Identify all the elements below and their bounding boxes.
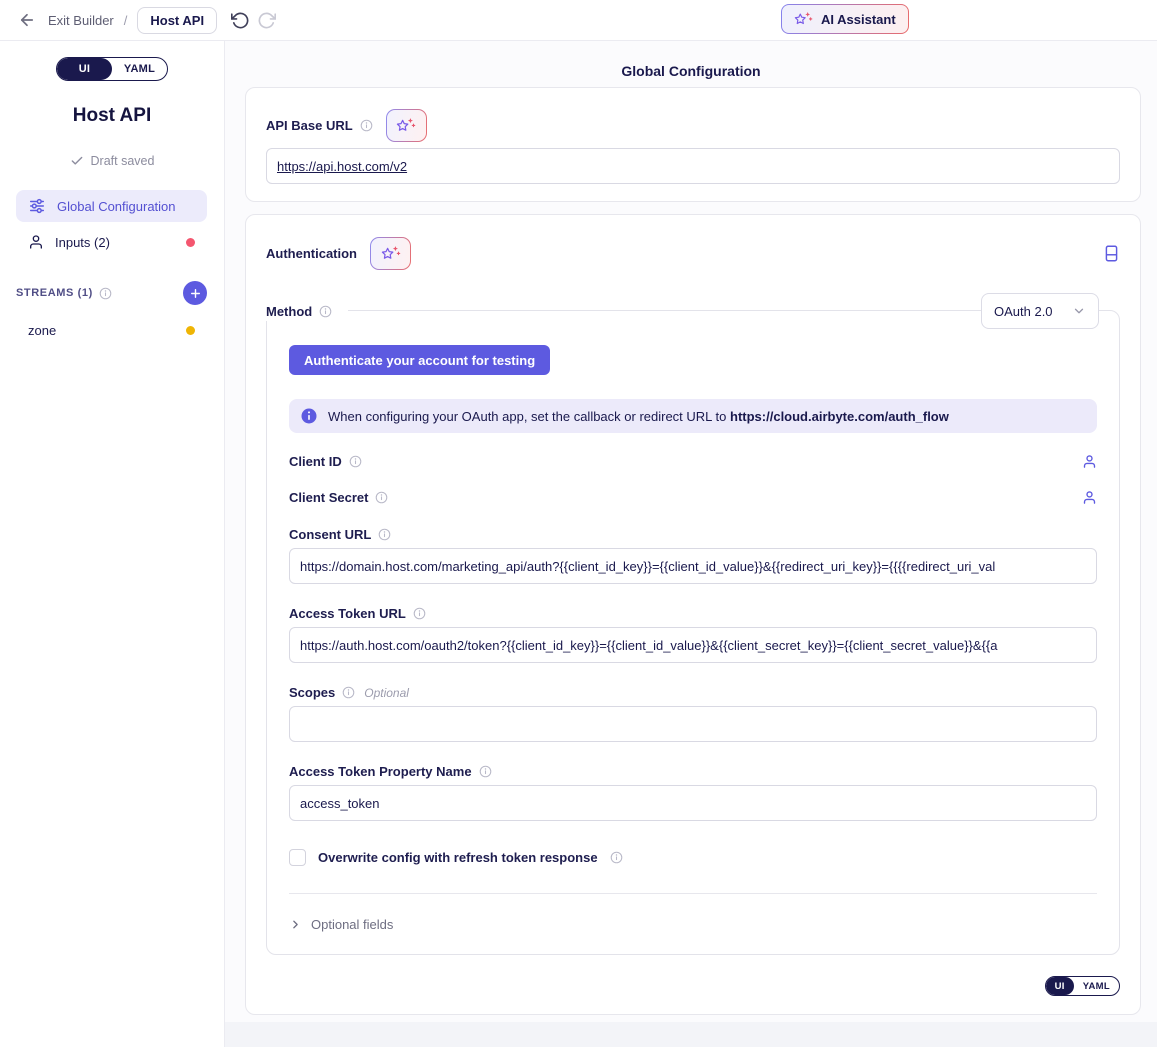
back-icon[interactable] xyxy=(18,11,36,29)
overwrite-config-row: Overwrite config with refresh token resp… xyxy=(289,849,1097,866)
method-label: Method xyxy=(266,304,312,319)
toggle-ui[interactable]: UI xyxy=(57,58,112,80)
sparkle-star-icon xyxy=(396,116,416,136)
info-icon[interactable] xyxy=(360,119,373,132)
info-icon[interactable] xyxy=(99,287,112,300)
info-icon[interactable] xyxy=(319,305,332,318)
info-icon[interactable] xyxy=(375,491,388,504)
sliders-icon xyxy=(28,197,46,215)
toggle-yaml[interactable]: YAML xyxy=(112,58,167,80)
topbar: Exit Builder / Host API AI Assistant xyxy=(0,0,1157,41)
streams-header-row: STREAMS (1) xyxy=(16,280,207,306)
sidebar-item-stream-zone[interactable]: zone xyxy=(16,317,207,343)
chevron-right-icon xyxy=(289,918,302,931)
bottom-strip xyxy=(225,1022,1157,1047)
consent-url-input[interactable] xyxy=(289,548,1097,584)
info-filled-icon xyxy=(301,408,317,424)
card-ui-yaml-toggle: UI YAML xyxy=(1045,976,1120,996)
access-token-property-name-field: Access Token Property Name xyxy=(289,764,1097,821)
info-icon[interactable] xyxy=(378,528,391,541)
stream-status-badge xyxy=(186,326,195,335)
toggle-yaml[interactable]: YAML xyxy=(1074,977,1119,995)
user-input-icon[interactable] xyxy=(1082,454,1097,469)
sidebar: UI YAML Host API Draft saved Global Conf… xyxy=(0,41,225,1047)
client-id-row: Client ID xyxy=(289,454,1097,469)
scopes-label: Scopes xyxy=(289,685,335,700)
sidebar-ui-yaml-toggle: UI YAML xyxy=(56,57,168,81)
scopes-field: Scopes Optional xyxy=(289,685,1097,742)
oauth-callback-banner: When configuring your OAuth app, set the… xyxy=(289,399,1097,433)
plus-icon xyxy=(189,287,202,300)
streams-header: STREAMS (1) xyxy=(16,287,93,299)
toggle-ui[interactable]: UI xyxy=(1046,977,1074,995)
authentication-label: Authentication xyxy=(266,246,357,261)
user-icon xyxy=(28,234,44,250)
api-base-url-input[interactable] xyxy=(266,148,1120,184)
sidebar-item-label: Inputs (2) xyxy=(55,235,110,250)
access-token-property-name-label: Access Token Property Name xyxy=(289,764,472,779)
sidebar-item-label: Global Configuration xyxy=(57,199,176,214)
sparkle-star-icon xyxy=(381,244,401,264)
info-icon[interactable] xyxy=(413,607,426,620)
access-token-property-name-input[interactable] xyxy=(289,785,1097,821)
user-input-icon[interactable] xyxy=(1082,490,1097,505)
optional-fields-label: Optional fields xyxy=(311,917,393,932)
ai-assistant-label: AI Assistant xyxy=(821,12,896,27)
docs-book-icon[interactable] xyxy=(1103,244,1120,263)
connector-name: Host API xyxy=(150,13,204,28)
sparkle-star-icon xyxy=(794,10,813,29)
info-icon[interactable] xyxy=(349,455,362,468)
info-icon[interactable] xyxy=(479,765,492,778)
exit-builder-link[interactable]: Exit Builder xyxy=(48,13,114,28)
info-icon[interactable] xyxy=(610,851,623,864)
overwrite-config-checkbox[interactable] xyxy=(289,849,306,866)
sidebar-item-global-configuration[interactable]: Global Configuration xyxy=(16,190,207,222)
callback-url: https://cloud.airbyte.com/auth_flow xyxy=(730,409,949,424)
optional-tag: Optional xyxy=(364,686,409,700)
client-id-label: Client ID xyxy=(289,454,342,469)
redo-icon[interactable] xyxy=(257,11,276,30)
stream-label: zone xyxy=(28,323,56,338)
api-base-url-card: API Base URL xyxy=(245,87,1141,202)
sidebar-item-inputs[interactable]: Inputs (2) xyxy=(16,226,207,258)
ai-suggest-button[interactable] xyxy=(370,237,411,270)
overwrite-config-label: Overwrite config with refresh token resp… xyxy=(318,850,598,865)
undo-icon[interactable] xyxy=(231,11,250,30)
method-select[interactable]: OAuth 2.0 xyxy=(981,293,1099,329)
oauth-group: Method OAuth 2.0 Authenticate your accou… xyxy=(266,310,1120,955)
consent-url-label: Consent URL xyxy=(289,527,371,542)
ai-assistant-button[interactable]: AI Assistant xyxy=(781,4,909,34)
main-panel: Global Configuration API Base URL Authen… xyxy=(225,41,1157,1047)
access-token-url-input[interactable] xyxy=(289,627,1097,663)
client-secret-label: Client Secret xyxy=(289,490,368,505)
sidebar-connector-title: Host API xyxy=(0,105,224,127)
save-status: Draft saved xyxy=(0,154,224,168)
ai-suggest-button[interactable] xyxy=(386,109,427,142)
method-selected-value: OAuth 2.0 xyxy=(994,304,1053,319)
breadcrumb-separator: / xyxy=(124,13,128,28)
authenticate-button[interactable]: Authenticate your account for testing xyxy=(289,345,550,375)
inputs-status-badge xyxy=(186,238,195,247)
consent-url-field: Consent URL xyxy=(289,527,1097,584)
authentication-card: Authentication Method xyxy=(245,214,1141,1015)
optional-fields-toggle[interactable]: Optional fields xyxy=(289,893,1097,932)
api-base-url-label: API Base URL xyxy=(266,118,353,133)
chevron-down-icon xyxy=(1072,304,1086,318)
save-status-label: Draft saved xyxy=(91,154,155,168)
banner-text: When configuring your OAuth app, set the… xyxy=(328,409,949,424)
check-icon xyxy=(70,154,84,168)
access-token-url-label: Access Token URL xyxy=(289,606,406,621)
info-icon[interactable] xyxy=(342,686,355,699)
add-stream-button[interactable] xyxy=(183,281,207,305)
client-secret-row: Client Secret xyxy=(289,490,1097,505)
connector-name-pill[interactable]: Host API xyxy=(137,7,217,34)
page-title: Global Configuration xyxy=(225,63,1157,79)
scopes-input[interactable] xyxy=(289,706,1097,742)
access-token-url-field: Access Token URL xyxy=(289,606,1097,663)
